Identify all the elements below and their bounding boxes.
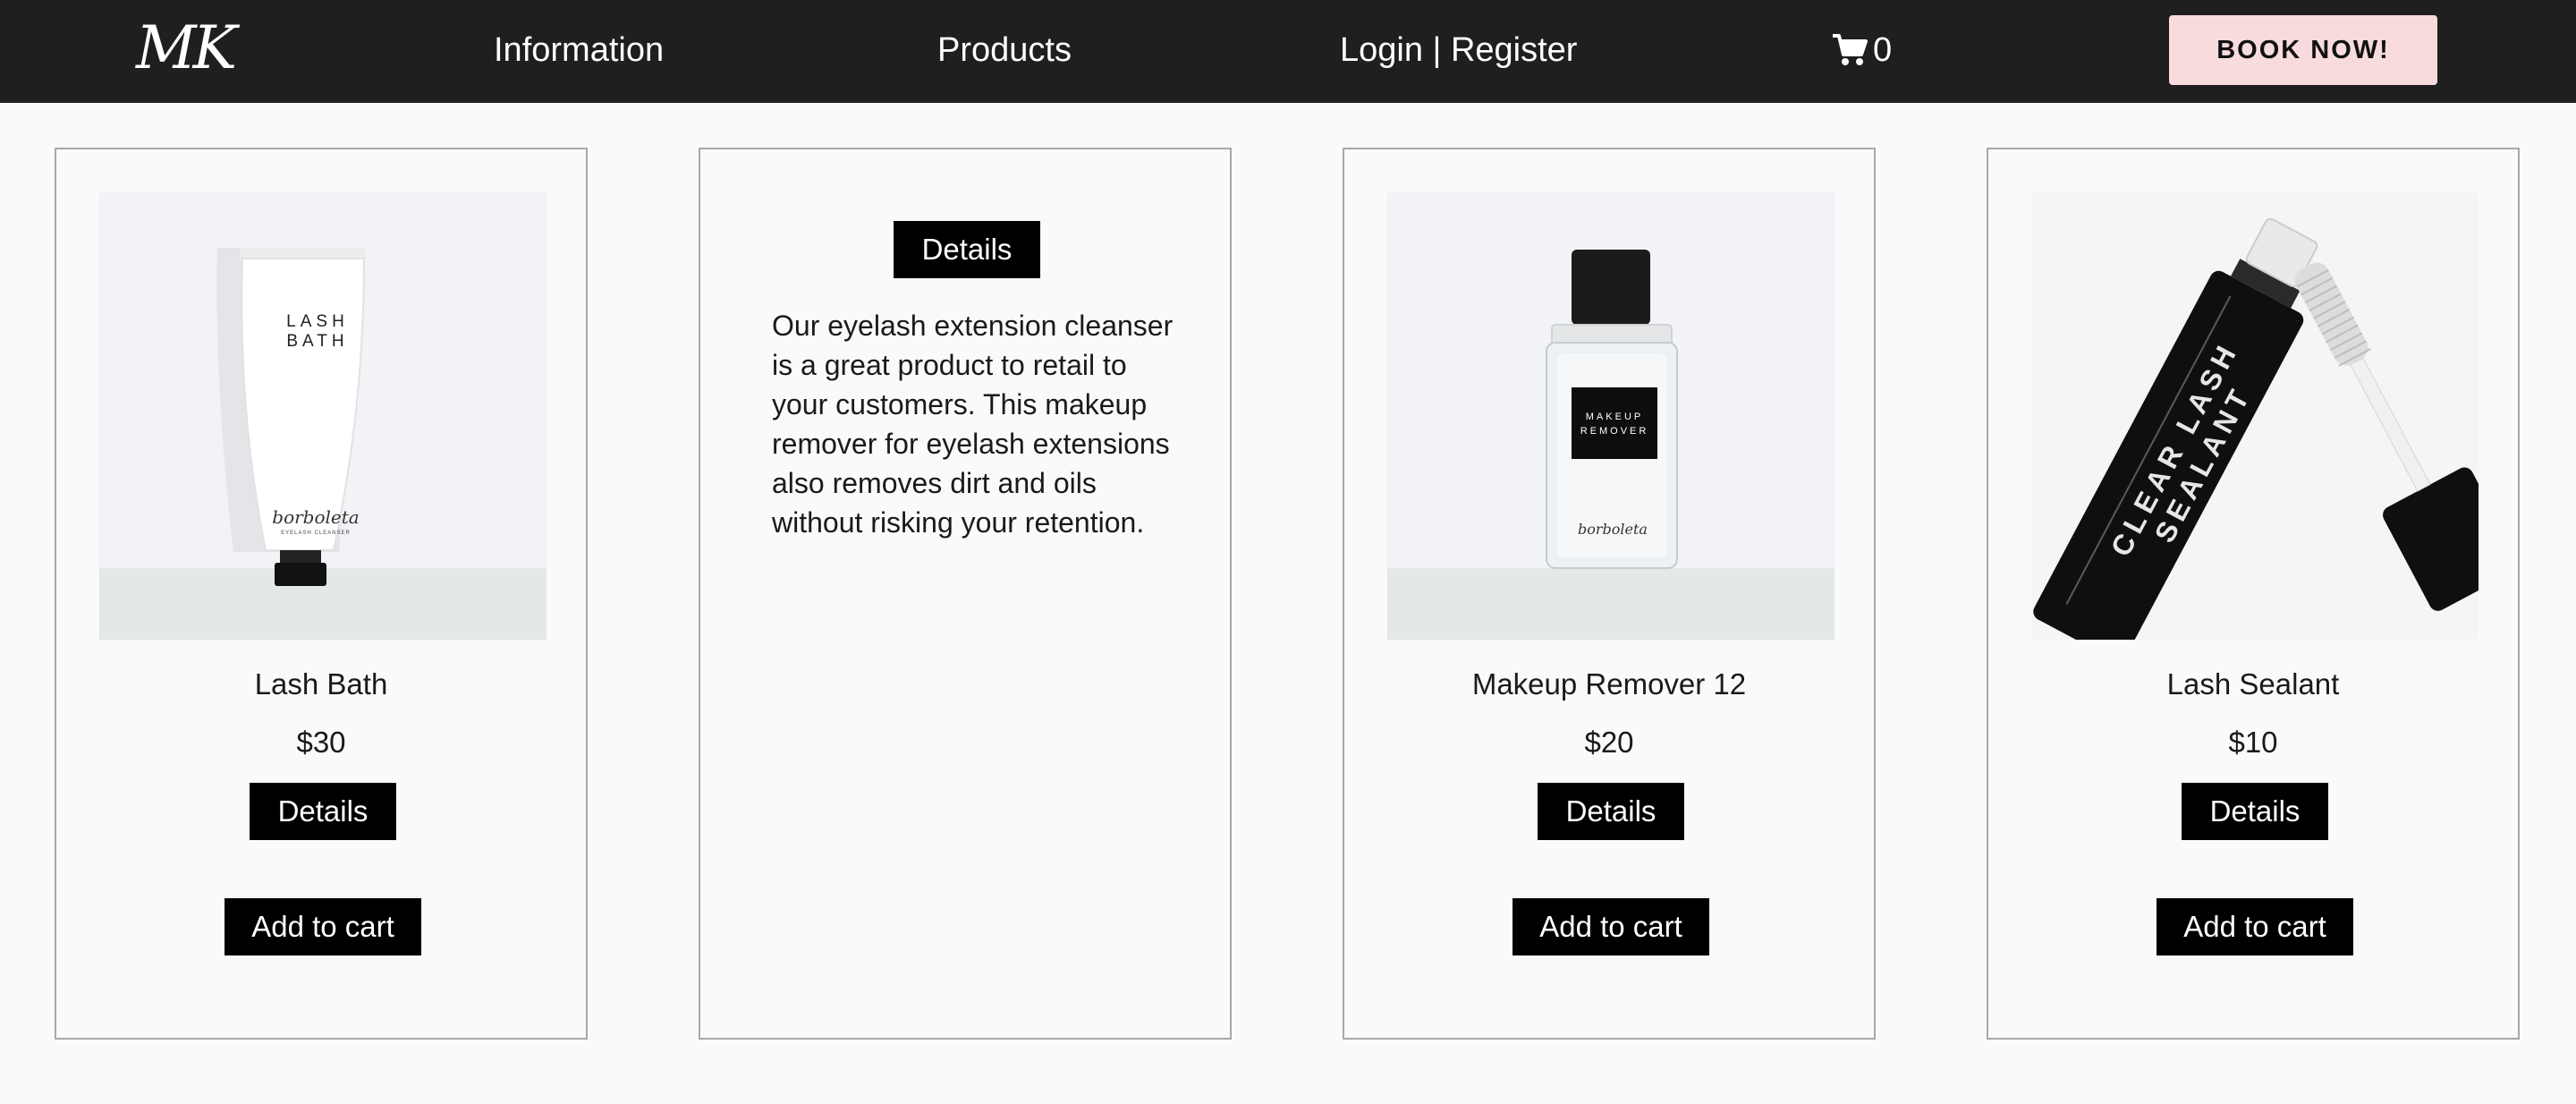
product-image-lash-sealant[interactable]: CLEAR LASH SEALANT [2031,192,2479,640]
product-image-lash-bath[interactable]: LASH BATH borboleta EYELASH CLEANSER [99,192,547,640]
add-to-cart-button[interactable]: Add to cart [225,898,421,955]
product-price: $10 [2228,726,2278,759]
add-to-cart-button[interactable]: Add to cart [2157,898,2353,955]
product-card-description: Details Our eyelash extension cleanser i… [699,148,1232,1040]
product-price: $30 [296,726,346,759]
product-card-makeup-remover: MAKEUP REMOVER borboleta Makeup Remover … [1343,148,1876,1040]
nav-link-login-register[interactable]: Login | Register [1340,27,1577,73]
nav-link-products[interactable]: Products [937,27,1072,73]
top-nav-bar: MK Information Products Login | Register… [0,0,2576,103]
product-description: Our eyelash extension cleanser is a grea… [772,310,1174,539]
svg-text:REMOVER: REMOVER [1580,426,1649,437]
brand-logo[interactable]: MK [136,13,237,84]
product-card-lash-sealant: CLEAR LASH SEALANT Lash Sealant $10 Deta… [1987,148,2520,1040]
details-button[interactable]: Details [1538,783,1684,840]
product-name: Lash Bath [254,667,388,701]
shopping-cart-icon [1832,33,1868,67]
details-button[interactable]: Details [250,783,396,840]
product-card-lash-bath: LASH BATH borboleta EYELASH CLEANSER Las… [55,148,588,1040]
svg-text:LASH: LASH [286,312,349,331]
svg-text:MAKEUP: MAKEUP [1586,412,1643,422]
svg-text:EYELASH CLEANSER: EYELASH CLEANSER [281,531,351,536]
nav-link-information[interactable]: Information [494,27,664,73]
svg-text:borboleta: borboleta [272,506,359,528]
details-button[interactable]: Details [2182,783,2328,840]
details-button[interactable]: Details [894,221,1040,278]
product-price: $20 [1584,726,1634,759]
add-to-cart-button[interactable]: Add to cart [1513,898,1709,955]
product-image-makeup-remover[interactable]: MAKEUP REMOVER borboleta [1387,192,1835,640]
book-now-button[interactable]: BOOK NOW! [2169,15,2437,85]
cart-count: 0 [1873,30,1893,69]
product-name: Makeup Remover 12 [1471,667,1747,701]
svg-text:borboleta: borboleta [1578,521,1648,538]
svg-text:BATH: BATH [286,332,348,351]
product-name: Lash Sealant [2166,667,2340,701]
cart-link[interactable]: 0 [1832,27,1892,73]
